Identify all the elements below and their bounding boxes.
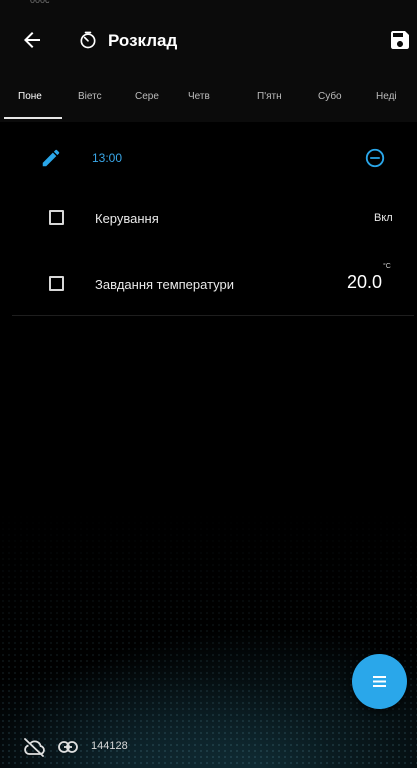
pencil-icon[interactable]: [40, 147, 62, 169]
tab-tuesday[interactable]: Віетс: [78, 82, 112, 122]
control-checkbox[interactable]: [49, 210, 64, 225]
temperature-checkbox[interactable]: [49, 276, 64, 291]
remove-circle-icon[interactable]: [364, 147, 386, 169]
save-icon[interactable]: [388, 28, 412, 52]
divider: [12, 315, 414, 316]
control-value[interactable]: Вкл: [374, 212, 393, 224]
device-id: 144128: [91, 740, 128, 752]
day-tabs: Поне Віетс Сере Четв П'ятн Субо Неді: [0, 82, 417, 122]
tab-thursday[interactable]: Четв: [188, 82, 222, 122]
tab-wednesday[interactable]: Сере: [135, 82, 169, 122]
tab-saturday[interactable]: Субо: [318, 82, 352, 122]
tab-friday[interactable]: П'ятн: [257, 82, 291, 122]
top-app-bar: 000c Розклад: [0, 0, 417, 82]
back-arrow-icon[interactable]: [20, 28, 44, 52]
cloud-off-icon: [24, 738, 45, 757]
control-label: Керування: [95, 211, 159, 226]
active-tab-indicator: [4, 117, 62, 119]
timer-icon: [80, 31, 96, 49]
menu-icon: [373, 676, 386, 687]
temperature-unit: °C: [383, 263, 391, 270]
link-icon: [58, 741, 78, 753]
tab-monday[interactable]: Поне: [18, 82, 52, 122]
tab-sunday[interactable]: Неді: [376, 82, 410, 122]
menu-button[interactable]: [352, 654, 407, 709]
page-title: Розклад: [108, 31, 178, 50]
temperature-label: Завдання температури: [95, 277, 235, 292]
temperature-value[interactable]: 20.0: [347, 272, 382, 293]
status-text: 000c: [30, 0, 50, 5]
schedule-time[interactable]: 13:00: [92, 151, 122, 165]
